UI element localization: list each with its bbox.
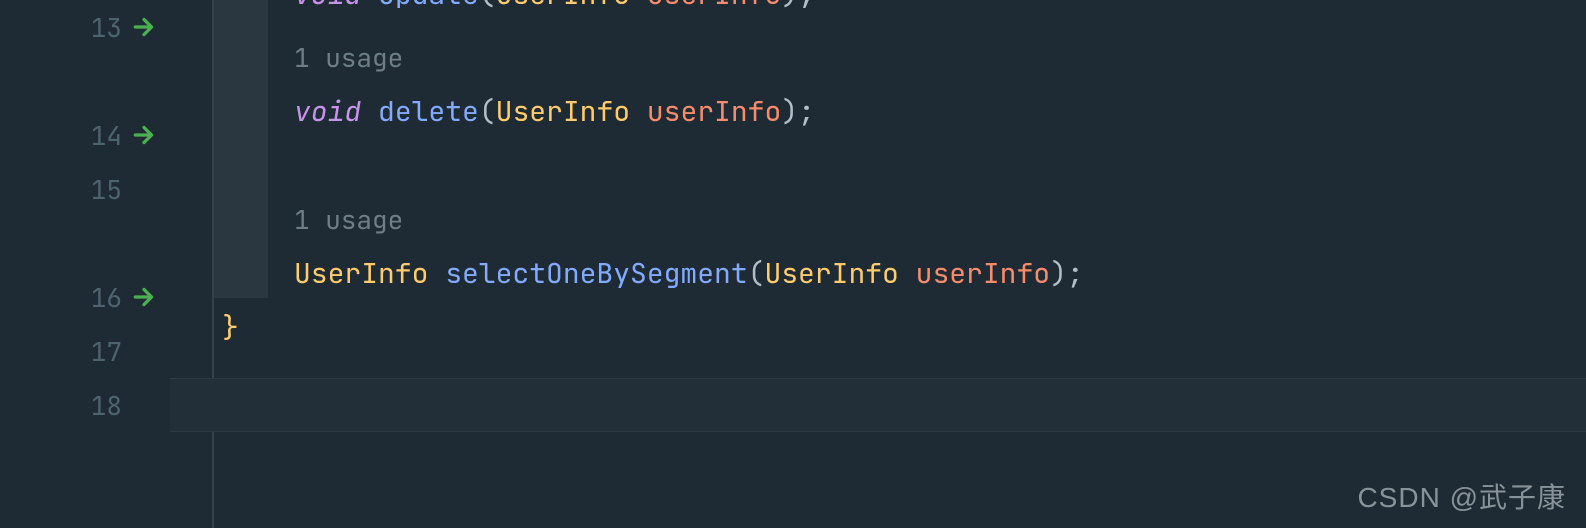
gutter-row-15[interactable]: 15 — [0, 162, 170, 216]
paren: ( — [479, 0, 496, 8]
usage-hint[interactable]: 1 usage — [170, 30, 1586, 84]
code-line-16[interactable]: UserInfo selectOneBySegment(UserInfo use… — [170, 246, 1586, 300]
line-number: 16 — [91, 280, 122, 315]
gutter-row-16[interactable]: 16 — [0, 270, 170, 324]
scroll-indicator[interactable] — [0, 516, 40, 528]
code-line-14[interactable]: void delete(UserInfo userInfo); — [170, 84, 1586, 138]
param-name: userInfo — [916, 255, 1050, 292]
param-name: userInfo — [647, 93, 781, 130]
keyword: void — [294, 0, 361, 8]
line-number: 13 — [91, 10, 122, 45]
code-editor[interactable]: 13 14 15 16 17 — [0, 0, 1586, 528]
paren: ) — [781, 0, 798, 8]
usage-hint[interactable]: 1 usage — [170, 192, 1586, 246]
paren: ) — [1050, 255, 1067, 292]
gutter: 13 14 15 16 17 — [0, 0, 170, 528]
line-number: 14 — [91, 118, 122, 153]
method-name: Update — [378, 0, 479, 8]
code-line-15[interactable] — [170, 138, 1586, 192]
line-number: 18 — [91, 388, 122, 423]
paren: ( — [748, 255, 765, 292]
line-number: 15 — [91, 172, 122, 207]
type-name: UserInfo — [496, 93, 630, 130]
run-arrow-icon[interactable] — [130, 13, 158, 41]
code-area[interactable]: void Update(UserInfo userInfo); 1 usage … — [170, 0, 1586, 528]
paren: ) — [781, 93, 798, 130]
gutter-row-18[interactable]: 18 — [0, 378, 170, 432]
code-line-17[interactable]: } — [170, 300, 1586, 354]
return-type: UserInfo — [294, 255, 428, 292]
run-arrow-icon[interactable] — [130, 283, 158, 311]
type-name: UserInfo — [764, 255, 898, 292]
semicolon: ; — [798, 0, 815, 8]
usage-hint-text: 1 usage — [294, 202, 403, 237]
closing-brace: } — [222, 309, 239, 346]
code-line-13[interactable]: void Update(UserInfo userInfo); — [170, 0, 1586, 8]
type-name: UserInfo — [496, 0, 630, 8]
gutter-row-17[interactable]: 17 — [0, 324, 170, 378]
gutter-row-hint — [0, 216, 170, 270]
semicolon: ; — [798, 93, 815, 130]
method-name: selectOneBySegment — [445, 255, 747, 292]
method-name: delete — [378, 93, 479, 130]
keyword: void — [294, 93, 361, 130]
usage-hint-text: 1 usage — [294, 40, 403, 75]
gutter-row-13[interactable]: 13 — [0, 0, 170, 54]
line-number: 17 — [91, 334, 122, 369]
watermark: CSDN @武子康 — [1357, 476, 1566, 516]
gutter-row-14[interactable]: 14 — [0, 108, 170, 162]
run-arrow-icon[interactable] — [130, 121, 158, 149]
semicolon: ; — [1067, 255, 1084, 292]
code-line-18[interactable] — [170, 354, 1586, 408]
gutter-row-hint — [0, 54, 170, 108]
param-name: userInfo — [647, 0, 781, 8]
paren: ( — [479, 93, 496, 130]
